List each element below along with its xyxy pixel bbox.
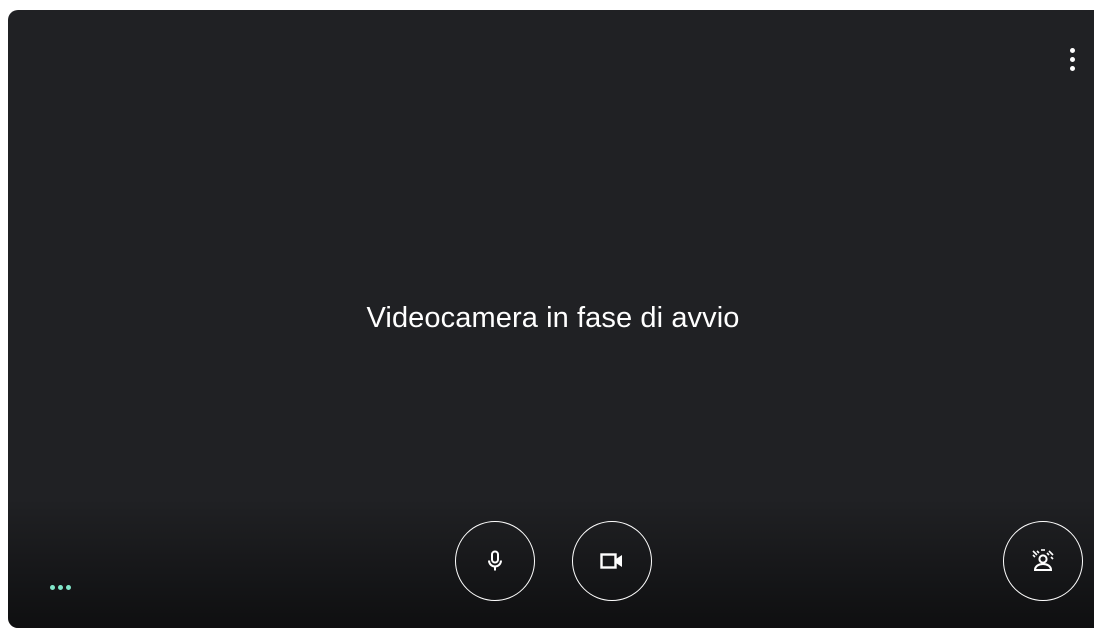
more-vert-icon-dot	[1069, 56, 1075, 62]
visual-effects-icon	[1032, 549, 1054, 571]
more-vert-icon-dot	[1069, 65, 1075, 71]
camera-toggle-button[interactable]	[572, 521, 652, 601]
microphone-toggle-button[interactable]	[455, 521, 535, 601]
more-vert-icon-dot	[1069, 47, 1075, 53]
bottom-gradient	[8, 498, 1094, 628]
videocam-icon	[600, 553, 622, 569]
more-options-button[interactable]	[1060, 44, 1084, 74]
video-preview: Videocamera in fase di avvio	[8, 10, 1094, 628]
visual-effects-button[interactable]	[1003, 521, 1083, 601]
indicator-dot	[58, 585, 63, 590]
microphone-icon	[488, 550, 502, 571]
three-dots-indicator-icon	[50, 585, 71, 590]
camera-status-text: Videocamera in fase di avvio	[366, 302, 740, 334]
indicator-dot	[50, 585, 55, 590]
indicator-dot	[66, 585, 71, 590]
